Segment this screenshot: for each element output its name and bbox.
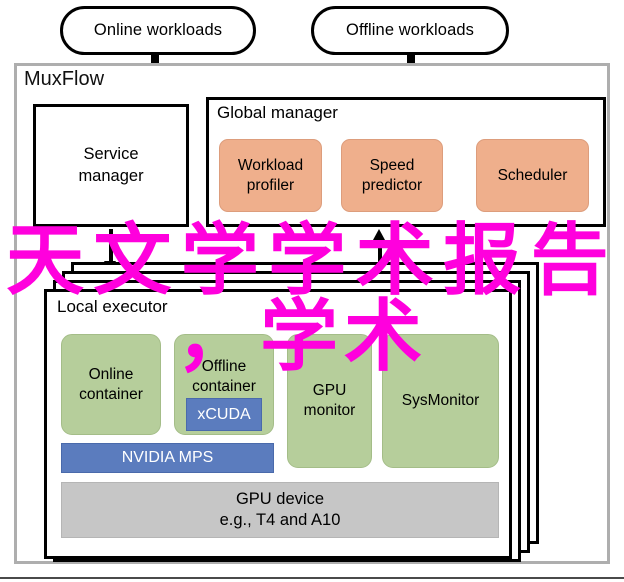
local-executor-title: Local executor <box>57 297 168 316</box>
offline-workloads-label: Offline workloads <box>346 21 474 39</box>
online-workloads-label: Online workloads <box>93 21 223 39</box>
sysmonitor-card: SysMonitor <box>382 334 499 468</box>
offline-workloads-node: Offline workloads <box>311 6 509 55</box>
gpu-device-box: GPU device e.g., T4 and A10 <box>61 482 499 538</box>
workload-profiler-label: Workload profiler <box>237 157 304 194</box>
scheduler-label: Scheduler <box>497 166 568 184</box>
online-container-card: Online container <box>61 334 161 435</box>
architecture-diagram: Online workloads Offline workloads MuxFl… <box>0 0 624 582</box>
nvidia-mps-label: NVIDIA MPS <box>121 449 214 466</box>
sysmonitor-label: SysMonitor <box>401 392 480 410</box>
service-manager-label: Service manager <box>78 145 144 185</box>
speed-predictor-card: Speed predictor <box>341 139 443 212</box>
workload-profiler-card: Workload profiler <box>219 139 322 212</box>
service-manager-box: Service manager <box>33 104 189 227</box>
scheduler-card: Scheduler <box>476 139 589 212</box>
speed-predictor-label: Speed predictor <box>361 157 423 194</box>
online-workloads-node: Online workloads <box>60 6 256 55</box>
bottom-divider <box>0 577 624 579</box>
offline-container-label: Offline container <box>192 358 256 395</box>
gpu-device-label: GPU device e.g., T4 and A10 <box>219 489 341 529</box>
nvidia-mps-box: NVIDIA MPS <box>61 443 274 473</box>
muxflow-title: MuxFlow <box>24 68 105 90</box>
global-manager-title: Global manager <box>217 103 338 122</box>
xcuda-box: xCUDA <box>186 398 262 431</box>
gpu-monitor-card: GPU monitor <box>287 334 372 468</box>
xcuda-label: xCUDA <box>197 405 251 423</box>
gpu-monitor-label: GPU monitor <box>303 382 356 419</box>
online-container-label: Online container <box>79 365 143 403</box>
